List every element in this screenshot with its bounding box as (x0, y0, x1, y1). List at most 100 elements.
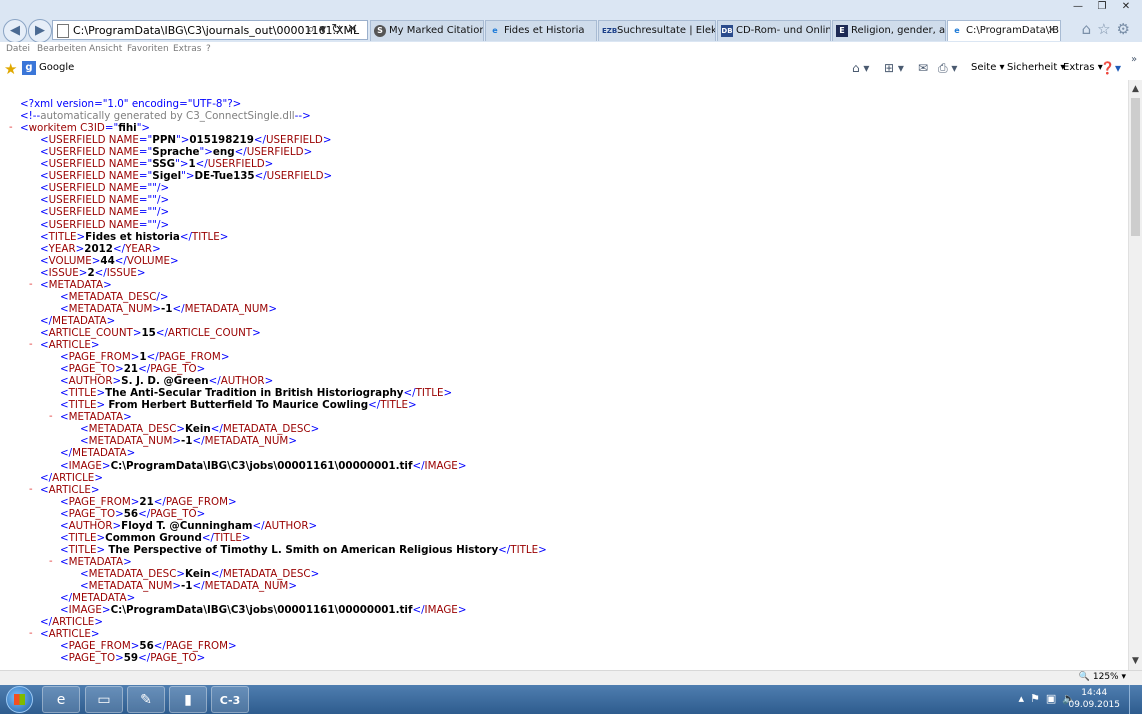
collapse-toggle-icon[interactable]: - (49, 411, 53, 423)
xml-token: </ (112, 242, 126, 255)
xml-line: <USERFIELD NAME=""/> (40, 206, 169, 218)
menu-datei[interactable]: Datei (6, 44, 30, 54)
xml-token: </ (498, 543, 511, 556)
xml-token: < (80, 423, 89, 436)
tab-cd-rom[interactable]: DB CD-Rom- und Online-... (717, 20, 831, 41)
seite-menu-button[interactable]: Seite ▾ (971, 62, 1005, 73)
xml-token: < (40, 278, 49, 291)
collapse-toggle-icon[interactable]: - (29, 279, 33, 291)
start-button[interactable] (6, 686, 33, 713)
xml-token: > (227, 640, 237, 653)
xml-token: </ (155, 326, 168, 339)
collapse-toggle-icon[interactable]: - (29, 339, 33, 351)
print-icon[interactable]: ⎙ ▾ (938, 61, 957, 76)
add-favorites-star-icon[interactable]: ★ (4, 60, 17, 78)
xml-line: <ARTICLE_COUNT>15</ARTICLE_COUNT> (40, 327, 261, 339)
xml-token: USERFIELD (265, 134, 323, 147)
windows-logo-icon (14, 694, 25, 705)
refresh-icon[interactable]: ↻ (331, 22, 347, 37)
xml-token: > (196, 363, 206, 376)
dropdown-icon[interactable]: ▾ (320, 22, 332, 37)
xml-token: > (94, 471, 103, 484)
xml-token: > (96, 387, 106, 400)
chevron-more-icon[interactable]: » (1131, 54, 1137, 65)
xml-token: < (40, 206, 49, 219)
back-button[interactable]: ◀ (3, 19, 27, 43)
tab-my-marked-citations[interactable]: S My Marked Citations (370, 20, 484, 41)
xml-token: < (40, 266, 49, 279)
xml-token: </ (252, 519, 265, 532)
xml-token: > (172, 580, 182, 592)
xml-token: < (60, 543, 69, 556)
taskbar-c3-button[interactable]: C-3 (211, 686, 249, 713)
maximize-button[interactable]: ❐ (1090, 0, 1114, 14)
feeds-icon[interactable]: ⊞ ▾ (884, 61, 904, 75)
collapse-toggle-icon[interactable]: - (9, 122, 13, 134)
home-page-icon[interactable]: ⌂ ▾ (852, 61, 869, 75)
xml-token: > (75, 242, 85, 255)
tab-xml-file[interactable]: e C:\ProgramData\IB... ✕ (947, 20, 1061, 41)
tab-fides-et-historia[interactable]: e Fides et Historia (485, 20, 597, 41)
flag-icon[interactable]: ⚑ (1030, 692, 1046, 705)
close-window-button[interactable]: ✕ (1114, 0, 1138, 14)
xml-token: </ (138, 507, 151, 520)
zoom-level[interactable]: 🔍 125% ▾ (1079, 672, 1126, 682)
xml-token: </ (192, 435, 205, 448)
xml-token: fihi (118, 122, 137, 135)
mail-icon[interactable]: ✉ (918, 61, 928, 75)
xml-token: METADATA_NUM (204, 580, 289, 592)
vertical-scrollbar[interactable]: ▲ ▼ (1128, 80, 1142, 670)
taskbar-ie-button[interactable]: e (42, 686, 80, 713)
forward-button[interactable]: ▶ (28, 19, 52, 43)
extras-menu-button[interactable]: Extras ▾ (1063, 62, 1103, 73)
system-clock[interactable]: 14:44 09.09.2015 (1068, 687, 1120, 711)
taskbar: e ▭ ✎ ▮ C-3 ▴⚑▣🔈 14:44 09.09.2015 (0, 685, 1142, 714)
network-icon[interactable]: ▣ (1046, 692, 1062, 705)
xml-token: < (40, 182, 49, 195)
show-desktop-button[interactable] (1129, 685, 1142, 714)
scroll-down-arrow-icon[interactable]: ▼ (1129, 656, 1142, 666)
xml-token: eng (212, 146, 235, 159)
menu-extras[interactable]: Extras (173, 44, 201, 54)
xml-token: TITLE (191, 230, 220, 243)
home-icon[interactable]: ⌂ (1082, 20, 1098, 38)
xml-token: PAGE_TO (68, 652, 116, 665)
xml-token: </ (40, 314, 53, 327)
taskbar-book-button[interactable]: ▮ (169, 686, 207, 713)
help-icon[interactable]: ❓▾ (1100, 61, 1121, 75)
xml-token: < (60, 604, 69, 617)
tab-suchresultate[interactable]: EZB Suchresultate | Elektro... (598, 20, 716, 41)
xml-token: TITLE (68, 531, 97, 544)
favorites-star-icon[interactable]: ☆ (1097, 20, 1116, 38)
settings-gear-icon[interactable]: ⚙ (1117, 20, 1136, 38)
tab-religion-gender[interactable]: E Religion, gender, and i... (832, 20, 946, 41)
xml-token: ARTICLE (52, 616, 95, 629)
xml-line: <TITLE> From Herbert Butterfield To Maur… (60, 399, 417, 411)
address-bar[interactable]: C:\ProgramData\IBG\C3\journals_out\00001… (52, 20, 368, 40)
xml-token: AUTHOR (68, 519, 113, 532)
xml-token: USERFIELD NAME (48, 182, 139, 195)
stop-icon[interactable]: ✕ (347, 22, 363, 37)
menu-help[interactable]: ? (206, 44, 211, 54)
taskbar-explorer-button[interactable]: ▭ (85, 686, 123, 713)
search-icon[interactable]: ⌕ (307, 22, 319, 37)
sicherheit-menu-button[interactable]: Sicherheit ▾ (1007, 62, 1065, 73)
xml-token: </ (146, 351, 159, 364)
menu-ansicht[interactable]: Ansicht (89, 44, 122, 54)
xml-token: Fides et historia (85, 230, 180, 243)
minimize-button[interactable]: — (1066, 0, 1090, 14)
xml-token: TITLE (68, 543, 97, 556)
xml-line: <ARTICLE> (40, 628, 100, 640)
menu-favoriten[interactable]: Favoriten (127, 44, 169, 54)
scrollbar-thumb[interactable] (1131, 98, 1140, 236)
collapse-toggle-icon[interactable]: - (29, 628, 33, 640)
xml-line: </METADATA> (60, 447, 135, 459)
taskbar-paint-button[interactable]: ✎ (127, 686, 165, 713)
xml-token: > (115, 507, 124, 520)
collapse-toggle-icon[interactable]: - (49, 556, 53, 568)
scroll-up-arrow-icon[interactable]: ▲ (1129, 84, 1142, 94)
collapse-toggle-icon[interactable]: - (29, 484, 33, 496)
tray-expand-icon[interactable]: ▴ (1018, 692, 1030, 705)
tab-close-icon[interactable]: ✕ (1048, 21, 1056, 41)
menu-bearbeiten[interactable]: Bearbeiten (37, 44, 86, 54)
